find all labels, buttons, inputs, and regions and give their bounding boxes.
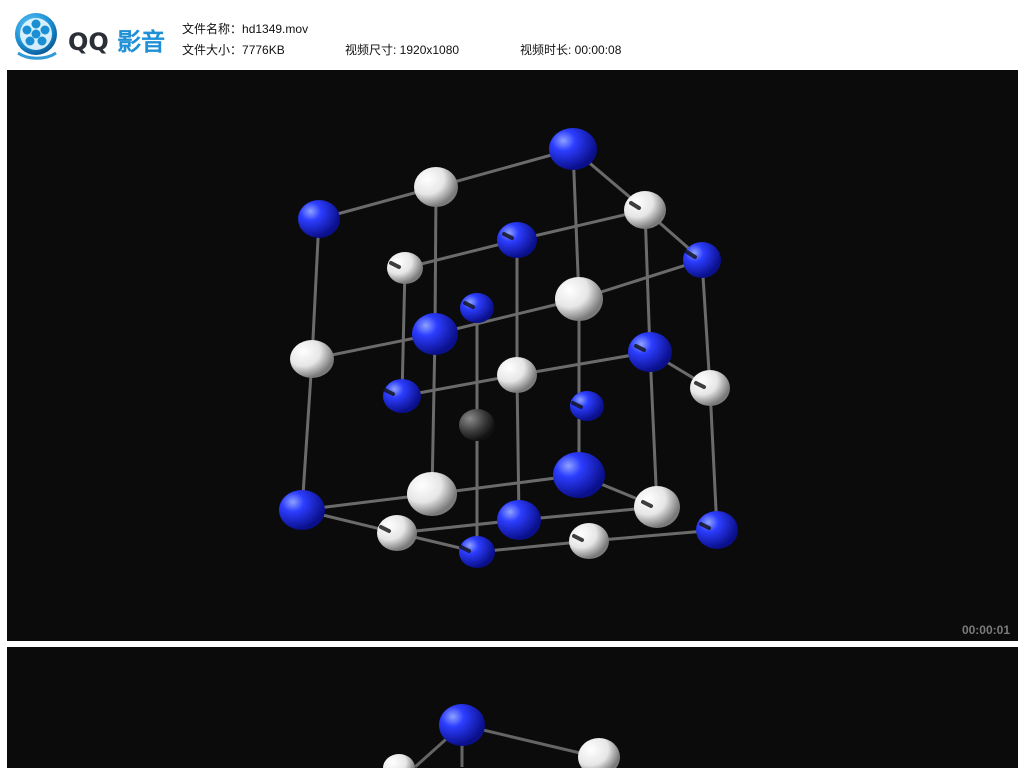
atom-blue: [460, 293, 494, 323]
atom-blue: [549, 128, 597, 170]
atom-blue: [279, 490, 325, 530]
video-duration-label: 视频时长:: [520, 43, 575, 57]
atom-blue: [683, 242, 721, 278]
timestamp: 00:00:01: [961, 623, 1010, 637]
atom-blue: [497, 500, 541, 540]
atom-blue: [412, 313, 458, 355]
atom-blue: [439, 704, 485, 746]
atom-white: [555, 277, 603, 321]
file-size-label: 文件大小：: [182, 43, 243, 57]
atom-white: [634, 486, 680, 528]
file-name-label: 文件名称：: [182, 22, 243, 36]
atom-gray: [459, 409, 495, 441]
video-duration-row: 视频时长: 00:00:08: [520, 41, 621, 58]
atom-white: [387, 252, 423, 284]
atom-white: [383, 754, 415, 768]
atom-blue: [696, 511, 738, 549]
brand-name: QQ 影音: [68, 22, 165, 57]
atom-blue: [298, 200, 340, 238]
file-name-row: 文件名称：hd1349.mov: [182, 20, 308, 37]
atom-white: [578, 738, 620, 768]
atom-white: [624, 191, 666, 229]
video-dimension-label: 视频尺寸:: [345, 43, 400, 57]
atom-blue: [497, 222, 537, 258]
atom-white: [290, 340, 334, 378]
atom-white: [407, 472, 457, 516]
video-frame-1: 00:00:01: [7, 70, 1018, 641]
atom-blue: [628, 332, 672, 372]
video-frame-2: [7, 647, 1018, 768]
atoms-2: [383, 704, 620, 768]
brand-right: 影音: [117, 28, 166, 56]
atom-white: [497, 357, 537, 393]
atoms: [279, 128, 738, 568]
video-dimension-row: 视频尺寸: 1920x1080: [345, 41, 459, 58]
atom-blue: [383, 379, 421, 413]
atom-white: [690, 370, 730, 406]
app-header: QQ 影音 文件名称：hd1349.mov 文件大小：7776KB 视频尺寸: …: [0, 0, 1024, 70]
brand-left: QQ: [68, 28, 109, 56]
app-logo: QQ 影音: [12, 12, 172, 60]
atom-blue: [459, 536, 495, 568]
file-name-value: hd1349.mov: [242, 22, 309, 36]
film-reel-icon: [15, 13, 57, 60]
video-duration-value: 00:00:08: [574, 43, 622, 57]
crystal-lattice-render: [279, 128, 738, 568]
atom-blue: [553, 452, 605, 498]
crystal-lattice-render-2: [383, 704, 620, 768]
atom-white: [377, 515, 417, 551]
video-dimension-value: 1920x1080: [399, 43, 460, 57]
file-size-row: 文件大小：7776KB: [182, 41, 285, 58]
file-size-value: 7776KB: [242, 43, 285, 57]
atom-white: [569, 523, 609, 559]
atom-white: [414, 167, 458, 207]
